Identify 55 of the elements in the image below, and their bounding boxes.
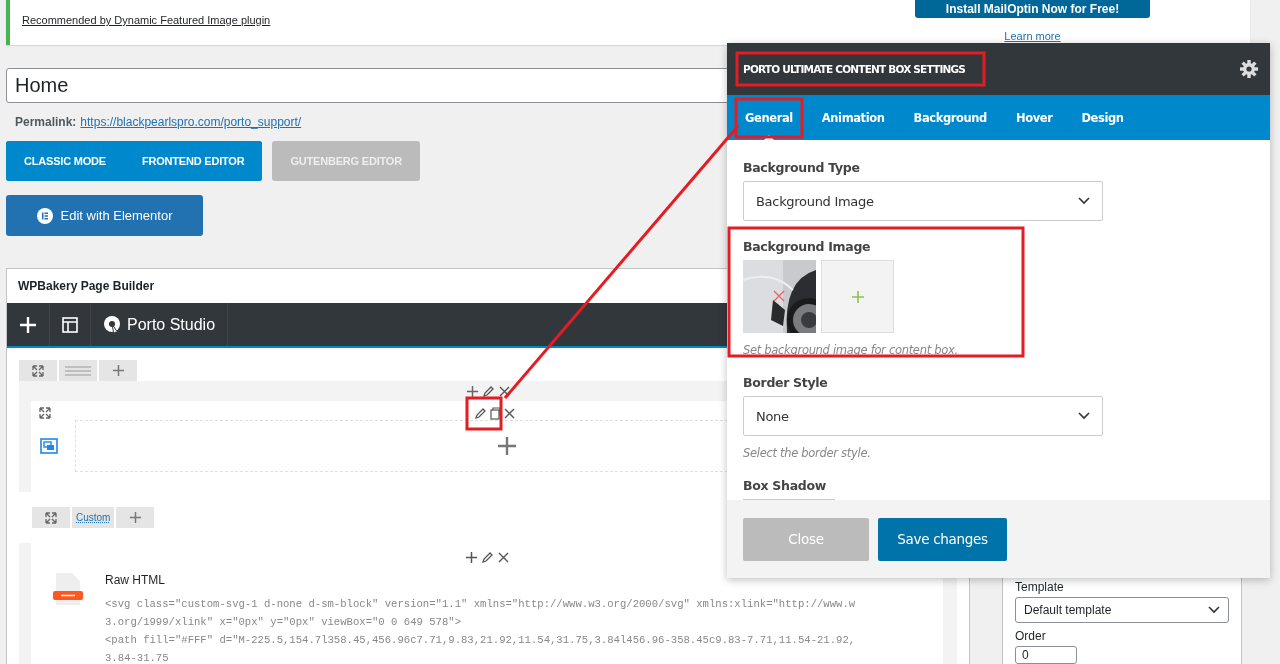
pencil-icon[interactable] xyxy=(480,550,494,564)
plus-icon xyxy=(19,315,37,334)
field-label: Box Shadow xyxy=(743,478,827,493)
select-field[interactable]: Background Image xyxy=(743,181,1103,221)
field-label: Background Type xyxy=(743,160,861,175)
code-line: 3.84-31.75 xyxy=(105,651,170,664)
learn-more-link[interactable]: Learn more xyxy=(1004,30,1061,42)
save-button[interactable]: Save changes xyxy=(878,517,1007,561)
plugin-link[interactable]: Recommended by Dynamic Featured Image plugin xyxy=(22,14,271,28)
close-icon[interactable] xyxy=(498,384,511,398)
panel-title: WPBakery Page Builder xyxy=(18,279,155,293)
chevron-down-icon xyxy=(1208,606,1220,614)
select-field[interactable]: None xyxy=(743,396,1103,436)
file-icon xyxy=(53,573,83,605)
element-icon xyxy=(39,437,59,455)
close-icon[interactable] xyxy=(496,550,510,564)
field-label: Background Image xyxy=(743,239,872,254)
chevron-down-icon xyxy=(1078,197,1090,205)
pencil-icon[interactable] xyxy=(473,407,487,420)
order-field[interactable]: 0 xyxy=(1015,646,1077,664)
code-line: 3.org/1999/xlink" x="0px" y="0px" viewBox="0 0 649 578"> xyxy=(105,615,462,630)
elementor-button[interactable]: Edit with Elementor xyxy=(6,195,203,236)
pencil-icon[interactable] xyxy=(482,384,495,398)
copy-icon[interactable] xyxy=(488,407,501,420)
settings-icon[interactable] xyxy=(1240,60,1258,78)
layout-icon xyxy=(62,316,78,333)
plus-icon[interactable] xyxy=(128,511,142,524)
chevron-down-icon xyxy=(1078,412,1090,420)
element-title: Raw HTML xyxy=(105,573,166,587)
install-button[interactable]: Install MailOptin Now for Free! xyxy=(915,0,1150,18)
code-line: <path fill="#FFF" d="M-225.5,154.7l358.45,456.96c7.71,9.83,21.92,11.54,31.75,3.84l456.96-358.45c9.83-7.71,11.54-21.92, xyxy=(105,633,856,648)
studio-logo-icon xyxy=(103,314,121,335)
expand-icon[interactable] xyxy=(39,407,51,419)
expand-icon[interactable] xyxy=(32,364,44,377)
expand-icon[interactable] xyxy=(45,511,57,524)
plus-icon[interactable] xyxy=(466,384,479,398)
plus-icon[interactable] xyxy=(496,436,517,456)
plus-icon[interactable] xyxy=(464,550,478,564)
elementor-icon xyxy=(36,207,53,224)
close-icon[interactable] xyxy=(502,407,516,420)
studio-button[interactable]: Porto Studio xyxy=(91,303,229,346)
annotation-box xyxy=(465,396,503,431)
help-text: Set background image for content box. xyxy=(743,343,959,357)
drag-handle-icon[interactable] xyxy=(65,365,91,376)
permalink-link[interactable]: https://blackpearlspro.com/porto_support/ xyxy=(80,115,302,129)
order-label: Order xyxy=(1015,629,1047,643)
permalink-label: Permalink: xyxy=(15,115,77,129)
template-select[interactable]: Default template xyxy=(1015,597,1229,623)
annotation-box xyxy=(734,97,804,139)
field-label: Border Style xyxy=(743,375,829,390)
dialog-tab[interactable]: General xyxy=(737,95,801,140)
plus-icon[interactable] xyxy=(111,364,125,377)
template-label: Template xyxy=(1015,580,1065,594)
help-text: Select the border style. xyxy=(743,446,872,460)
code-line: <svg class="custom-svg-1 d-none d-sm-block" version="1.1" xmlns="http://www.w3.org/2000/svg" xmlns:xlink="http://www.w xyxy=(105,597,856,612)
